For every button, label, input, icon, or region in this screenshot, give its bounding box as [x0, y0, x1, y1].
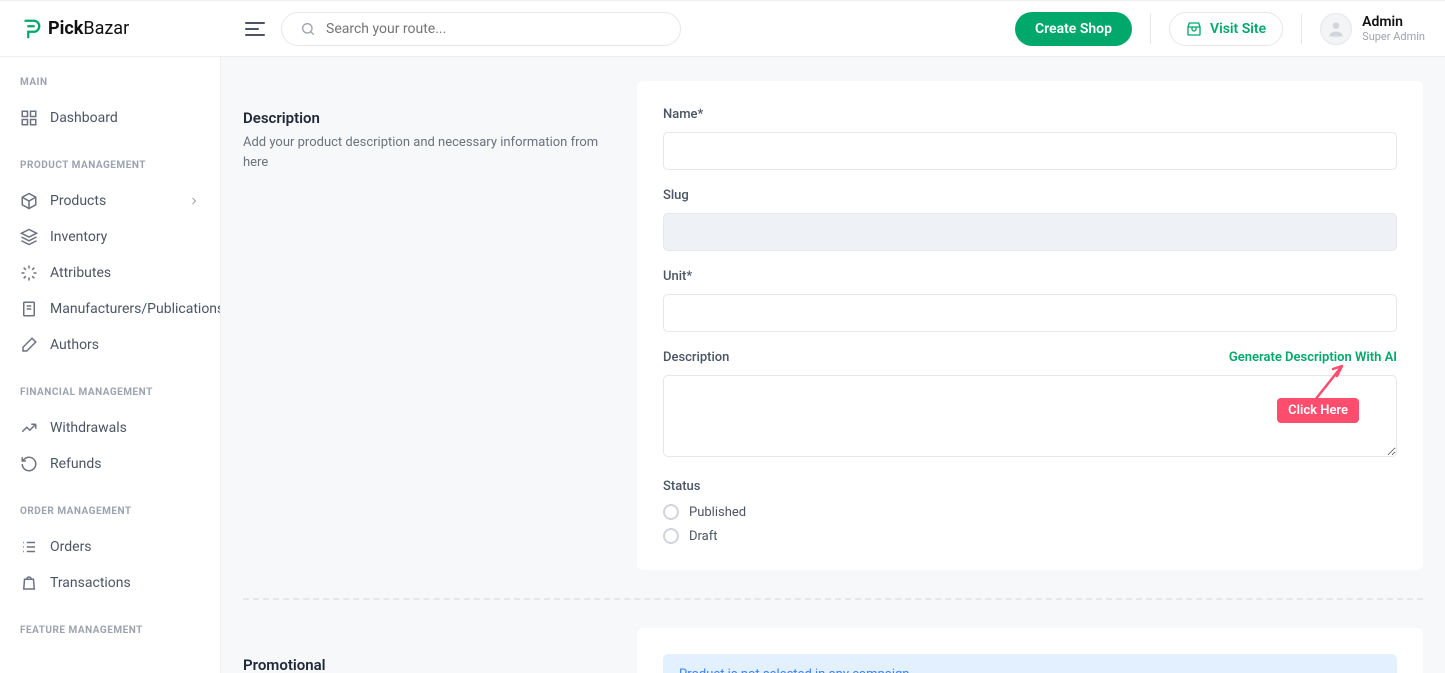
list-icon [20, 538, 38, 556]
divider [1301, 14, 1302, 44]
brand-part2: Bazar [83, 18, 129, 39]
layers-icon [20, 228, 38, 246]
pen-icon [20, 336, 38, 354]
radio-published[interactable]: Published [663, 504, 1397, 520]
avatar [1320, 13, 1352, 45]
sidebar-item-authors[interactable]: Authors [0, 327, 220, 363]
bag-icon [20, 574, 38, 592]
sidebar-section-product: PRODUCT MANAGEMENT [0, 160, 220, 183]
search-box[interactable] [281, 12, 681, 46]
promotional-card: Product is not selected in any campaign. [637, 628, 1423, 673]
label-name: Name* [663, 107, 1397, 122]
sidebar-item-refunds[interactable]: Refunds [0, 446, 220, 482]
sidebar-section-main: MAIN [0, 77, 220, 100]
user-menu[interactable]: Admin Super Admin [1320, 13, 1425, 45]
document-icon [20, 300, 38, 318]
box-icon [20, 192, 38, 210]
sidebar-item-inventory[interactable]: Inventory [0, 219, 220, 255]
label-description: Description [663, 350, 729, 365]
radio-draft[interactable]: Draft [663, 528, 1397, 544]
create-shop-button[interactable]: Create Shop [1015, 12, 1132, 46]
user-icon [1326, 19, 1346, 39]
sidebar-item-transactions[interactable]: Transactions [0, 565, 220, 601]
section-title-promotional: Promotional [243, 656, 613, 673]
logo[interactable]: PickBazar [20, 18, 220, 40]
sidebar-item-attributes[interactable]: Attributes [0, 255, 220, 291]
dashboard-icon [20, 109, 38, 127]
main-content: Description Add your product description… [221, 57, 1445, 673]
input-slug[interactable] [663, 213, 1397, 251]
sidebar: MAIN Dashboard PRODUCT MANAGEMENT Produc… [0, 57, 221, 673]
search-icon [300, 21, 316, 37]
chevron-right-icon [188, 195, 200, 207]
section-title-description: Description [243, 109, 613, 127]
brand-part1: Pick [48, 18, 83, 39]
input-unit[interactable] [663, 294, 1397, 332]
radio-icon [663, 504, 679, 520]
description-card: Name* Slug Unit* Description Generate De… [637, 81, 1423, 570]
shop-icon [1186, 21, 1202, 37]
user-name: Admin [1362, 14, 1425, 30]
sidebar-item-dashboard[interactable]: Dashboard [0, 100, 220, 136]
label-status: Status [663, 479, 1397, 494]
menu-toggle-icon[interactable] [245, 22, 265, 36]
radio-icon [663, 528, 679, 544]
sidebar-section-financial: FINANCIAL MANAGEMENT [0, 387, 220, 410]
sidebar-item-withdrawals[interactable]: Withdrawals [0, 410, 220, 446]
refund-icon [20, 455, 38, 473]
search-input[interactable] [326, 21, 662, 37]
sidebar-item-orders[interactable]: Orders [0, 529, 220, 565]
sidebar-item-products[interactable]: Products [0, 183, 220, 219]
section-desc-description: Add your product description and necessa… [243, 133, 613, 172]
section-divider [243, 598, 1423, 600]
sidebar-item-manufacturers[interactable]: Manufacturers/Publications [0, 291, 220, 327]
header: PickBazar Create Shop Visit Site Admin S… [0, 0, 1445, 57]
logo-icon [20, 18, 42, 40]
label-unit: Unit* [663, 269, 1397, 284]
visit-site-button[interactable]: Visit Site [1169, 12, 1283, 46]
info-banner: Product is not selected in any campaign. [663, 654, 1397, 673]
sidebar-section-order: ORDER MANAGEMENT [0, 506, 220, 529]
label-slug: Slug [663, 188, 1397, 203]
input-name[interactable] [663, 132, 1397, 170]
sidebar-section-feature: FEATURE MANAGEMENT [0, 625, 220, 648]
generate-ai-link[interactable]: Generate Description With AI [1229, 350, 1397, 365]
trending-icon [20, 419, 38, 437]
divider [1150, 14, 1151, 44]
sparkle-icon [20, 264, 38, 282]
user-role: Super Admin [1362, 30, 1425, 43]
callout-badge: Click Here [1277, 398, 1359, 423]
